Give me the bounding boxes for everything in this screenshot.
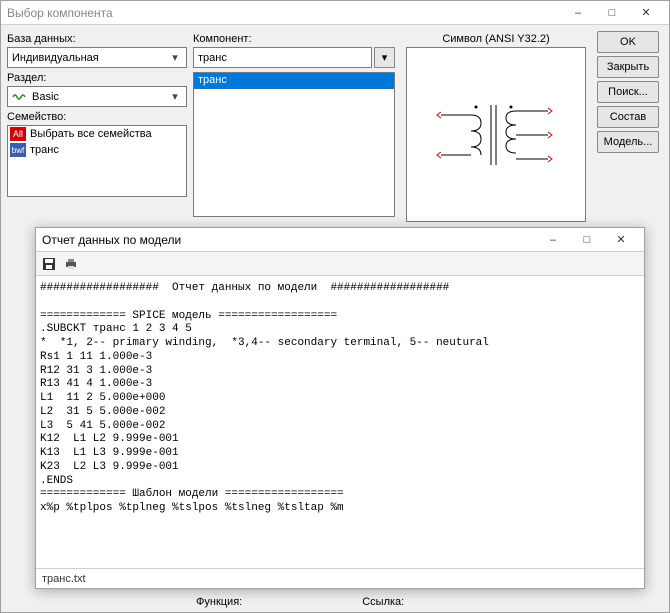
family-list[interactable]: All Выбрать все семейства bwf транс <box>7 125 187 197</box>
report-title: Отчет данных по модели <box>42 233 536 247</box>
report-titlebar[interactable]: Отчет данных по модели – □ ✕ <box>36 228 644 252</box>
symbol-preview <box>406 47 586 222</box>
report-toolbar <box>36 252 644 276</box>
close-button-side[interactable]: Закрыть <box>597 56 659 78</box>
report-maximize-button[interactable]: □ <box>570 228 604 252</box>
report-content: ################## Отчет данных по модел… <box>40 282 640 516</box>
model-report-window: Отчет данных по модели – □ ✕ ###########… <box>35 227 645 589</box>
component-input[interactable]: транс <box>193 47 372 68</box>
maximize-button[interactable]: □ <box>595 1 629 25</box>
chevron-down-icon: ▾ <box>168 90 182 103</box>
database-label: База данных: <box>7 33 187 45</box>
family-label: Семейство: <box>7 111 187 123</box>
database-value: Индивидуальная <box>12 52 168 64</box>
component-list[interactable]: транс <box>193 72 395 217</box>
model-button[interactable]: Модель... <box>597 131 659 153</box>
main-titlebar[interactable]: Выбор компонента – □ ✕ <box>1 1 669 25</box>
database-combo[interactable]: Индивидуальная ▾ <box>7 47 187 68</box>
function-label: Функция: <box>196 596 242 608</box>
chevron-down-icon: ▾ <box>168 51 182 64</box>
chevron-down-icon: ▾ <box>382 51 388 64</box>
family-item-all[interactable]: All Выбрать все семейства <box>8 126 186 142</box>
component-list-item[interactable]: транс <box>194 73 394 89</box>
family-dwf-icon: bwf <box>10 143 26 157</box>
component-input-value: транс <box>198 52 227 64</box>
section-value: Basic <box>32 91 168 103</box>
print-icon[interactable] <box>62 255 80 273</box>
section-combo[interactable]: Basic ▾ <box>7 86 187 107</box>
report-minimize-button[interactable]: – <box>536 228 570 252</box>
link-label: Ссылка: <box>362 596 404 608</box>
transformer-icon <box>436 95 556 175</box>
symbol-label: Символ (ANSI Y32.2) <box>442 33 549 45</box>
family-all-icon: All <box>10 127 26 141</box>
component-list-item-label: транс <box>198 74 227 86</box>
report-filename: транс.txt <box>42 573 86 585</box>
report-text-area[interactable]: ################## Отчет данных по модел… <box>36 276 644 568</box>
main-title: Выбор компонента <box>7 6 561 20</box>
family-item-label: Выбрать все семейства <box>30 128 152 140</box>
search-button[interactable]: Поиск... <box>597 81 659 103</box>
component-label: Компонент: <box>193 33 395 45</box>
ok-button[interactable]: OK <box>597 31 659 53</box>
minimize-button[interactable]: – <box>561 1 595 25</box>
save-icon[interactable] <box>40 255 58 273</box>
family-item-label: транс <box>30 144 59 156</box>
report-statusbar: транс.txt <box>36 568 644 588</box>
family-item-trans[interactable]: bwf транс <box>8 142 186 158</box>
basic-icon <box>12 90 28 104</box>
close-button[interactable]: ✕ <box>629 1 663 25</box>
section-label: Раздел: <box>7 72 187 84</box>
detail-button[interactable]: Состав <box>597 106 659 128</box>
component-dropdown-button[interactable]: ▾ <box>374 47 395 68</box>
report-close-button[interactable]: ✕ <box>604 228 638 252</box>
